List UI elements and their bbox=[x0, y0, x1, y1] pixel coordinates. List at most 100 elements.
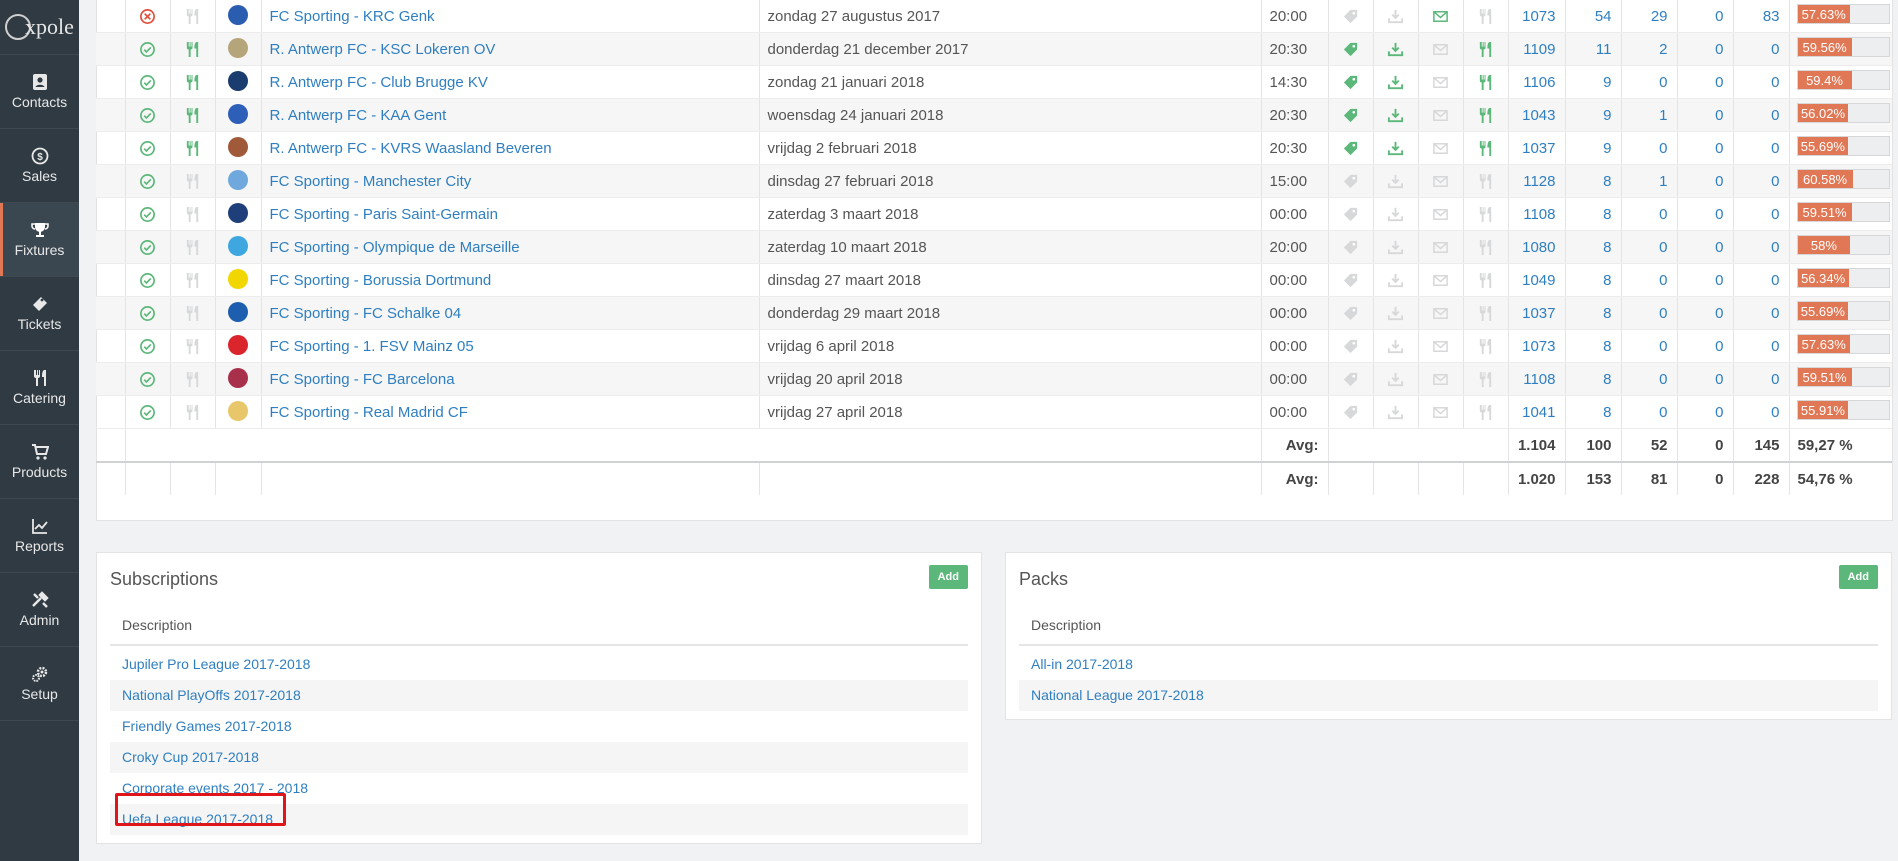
count-d-link[interactable]: 0 bbox=[1732, 230, 1789, 264]
subscription-link[interactable]: Friendly Games 2017-2018 bbox=[122, 718, 292, 734]
mail-icon[interactable] bbox=[1417, 32, 1463, 66]
status-ok-icon[interactable] bbox=[124, 230, 170, 264]
mail-icon[interactable] bbox=[1417, 230, 1463, 264]
fixture-match-link[interactable]: FC Sporting - Manchester City bbox=[260, 164, 759, 198]
count-d-link[interactable]: 0 bbox=[1732, 98, 1789, 132]
count-a-link[interactable]: 8 bbox=[1564, 362, 1621, 396]
catering-cutlery-icon[interactable] bbox=[169, 65, 215, 99]
fixture-match-link[interactable]: FC Sporting - Borussia Dortmund bbox=[260, 263, 759, 297]
fixture-match-link[interactable]: FC Sporting - Olympique de Marseille bbox=[260, 230, 759, 264]
download-icon[interactable] bbox=[1372, 65, 1418, 99]
count-c-link[interactable]: 0 bbox=[1676, 395, 1733, 429]
catering-food-icon[interactable] bbox=[1462, 131, 1508, 165]
download-icon[interactable] bbox=[1372, 197, 1418, 231]
count-a-link[interactable]: 8 bbox=[1564, 329, 1621, 363]
count-b-link[interactable]: 1 bbox=[1620, 98, 1677, 132]
count-a-link[interactable]: 9 bbox=[1564, 98, 1621, 132]
fixture-match-link[interactable]: R. Antwerp FC - KVRS Waasland Beveren bbox=[260, 131, 759, 165]
catering-cutlery-icon[interactable] bbox=[169, 230, 215, 264]
catering-cutlery-icon[interactable] bbox=[169, 197, 215, 231]
count-d-link[interactable]: 0 bbox=[1732, 164, 1789, 198]
mail-icon[interactable] bbox=[1417, 131, 1463, 165]
pack-link[interactable]: All-in 2017-2018 bbox=[1031, 656, 1133, 672]
download-icon[interactable] bbox=[1372, 395, 1418, 429]
count-d-link[interactable]: 83 bbox=[1732, 0, 1789, 33]
nav-item-catering[interactable]: Catering bbox=[0, 351, 79, 425]
catering-cutlery-icon[interactable] bbox=[169, 0, 215, 33]
mail-icon[interactable] bbox=[1417, 296, 1463, 330]
fixture-match-link[interactable]: R. Antwerp FC - Club Brugge KV bbox=[260, 65, 759, 99]
capacity-link[interactable]: 1108 bbox=[1507, 362, 1565, 396]
catering-food-icon[interactable] bbox=[1462, 65, 1508, 99]
capacity-link[interactable]: 1128 bbox=[1507, 164, 1565, 198]
capacity-link[interactable]: 1080 bbox=[1507, 230, 1565, 264]
pack-list-item[interactable]: National League 2017-2018 bbox=[1019, 680, 1878, 711]
count-c-link[interactable]: 0 bbox=[1676, 197, 1733, 231]
download-icon[interactable] bbox=[1372, 131, 1418, 165]
count-d-link[interactable]: 0 bbox=[1732, 395, 1789, 429]
fixture-match-link[interactable]: R. Antwerp FC - KSC Lokeren OV bbox=[260, 32, 759, 66]
nav-item-tickets[interactable]: Tickets bbox=[0, 277, 79, 351]
catering-cutlery-icon[interactable] bbox=[169, 329, 215, 363]
price-tag-icon[interactable] bbox=[1327, 98, 1373, 132]
count-a-link[interactable]: 54 bbox=[1564, 0, 1621, 33]
status-ok-icon[interactable] bbox=[124, 164, 170, 198]
mail-icon[interactable] bbox=[1417, 263, 1463, 297]
price-tag-icon[interactable] bbox=[1327, 197, 1373, 231]
count-b-link[interactable]: 1 bbox=[1620, 164, 1677, 198]
catering-food-icon[interactable] bbox=[1462, 329, 1508, 363]
catering-cutlery-icon[interactable] bbox=[169, 395, 215, 429]
price-tag-icon[interactable] bbox=[1327, 362, 1373, 396]
add-pack-button[interactable]: Add bbox=[1838, 565, 1878, 589]
fixture-match-link[interactable]: FC Sporting - FC Barcelona bbox=[260, 362, 759, 396]
count-c-link[interactable]: 0 bbox=[1676, 65, 1733, 99]
app-logo[interactable]: xpole bbox=[0, 0, 79, 55]
capacity-link[interactable]: 1073 bbox=[1507, 0, 1565, 33]
count-a-link[interactable]: 8 bbox=[1564, 296, 1621, 330]
count-a-link[interactable]: 9 bbox=[1564, 131, 1621, 165]
download-icon[interactable] bbox=[1372, 362, 1418, 396]
fixture-match-link[interactable]: FC Sporting - 1. FSV Mainz 05 bbox=[260, 329, 759, 363]
mail-icon[interactable] bbox=[1417, 0, 1463, 33]
count-d-link[interactable]: 0 bbox=[1732, 197, 1789, 231]
capacity-link[interactable]: 1043 bbox=[1507, 98, 1565, 132]
subscription-link[interactable]: Jupiler Pro League 2017-2018 bbox=[122, 656, 310, 672]
price-tag-icon[interactable] bbox=[1327, 230, 1373, 264]
mail-icon[interactable] bbox=[1417, 197, 1463, 231]
count-a-link[interactable]: 9 bbox=[1564, 65, 1621, 99]
count-b-link[interactable]: 0 bbox=[1620, 329, 1677, 363]
count-b-link[interactable]: 0 bbox=[1620, 395, 1677, 429]
pack-list-item[interactable]: All-in 2017-2018 bbox=[1019, 649, 1878, 680]
nav-item-reports[interactable]: Reports bbox=[0, 499, 79, 573]
catering-food-icon[interactable] bbox=[1462, 32, 1508, 66]
nav-item-sales[interactable]: $ Sales bbox=[0, 129, 79, 203]
nav-item-contacts[interactable]: Contacts bbox=[0, 55, 79, 129]
subscription-link[interactable]: National PlayOffs 2017-2018 bbox=[122, 687, 301, 703]
count-a-link[interactable]: 8 bbox=[1564, 164, 1621, 198]
catering-food-icon[interactable] bbox=[1462, 230, 1508, 264]
count-a-link[interactable]: 11 bbox=[1564, 32, 1621, 66]
status-ok-icon[interactable] bbox=[124, 263, 170, 297]
catering-food-icon[interactable] bbox=[1462, 197, 1508, 231]
count-a-link[interactable]: 8 bbox=[1564, 197, 1621, 231]
count-c-link[interactable]: 0 bbox=[1676, 263, 1733, 297]
count-a-link[interactable]: 8 bbox=[1564, 263, 1621, 297]
status-ok-icon[interactable] bbox=[124, 329, 170, 363]
count-d-link[interactable]: 0 bbox=[1732, 32, 1789, 66]
catering-cutlery-icon[interactable] bbox=[169, 296, 215, 330]
capacity-link[interactable]: 1108 bbox=[1507, 197, 1565, 231]
catering-food-icon[interactable] bbox=[1462, 164, 1508, 198]
download-icon[interactable] bbox=[1372, 329, 1418, 363]
fixture-match-link[interactable]: FC Sporting - KRC Genk bbox=[260, 0, 759, 33]
count-b-link[interactable]: 0 bbox=[1620, 65, 1677, 99]
catering-cutlery-icon[interactable] bbox=[169, 131, 215, 165]
catering-cutlery-icon[interactable] bbox=[169, 263, 215, 297]
download-icon[interactable] bbox=[1372, 32, 1418, 66]
count-c-link[interactable]: 0 bbox=[1676, 164, 1733, 198]
download-icon[interactable] bbox=[1372, 164, 1418, 198]
price-tag-icon[interactable] bbox=[1327, 395, 1373, 429]
capacity-link[interactable]: 1073 bbox=[1507, 329, 1565, 363]
count-d-link[interactable]: 0 bbox=[1732, 362, 1789, 396]
price-tag-icon[interactable] bbox=[1327, 329, 1373, 363]
price-tag-icon[interactable] bbox=[1327, 263, 1373, 297]
